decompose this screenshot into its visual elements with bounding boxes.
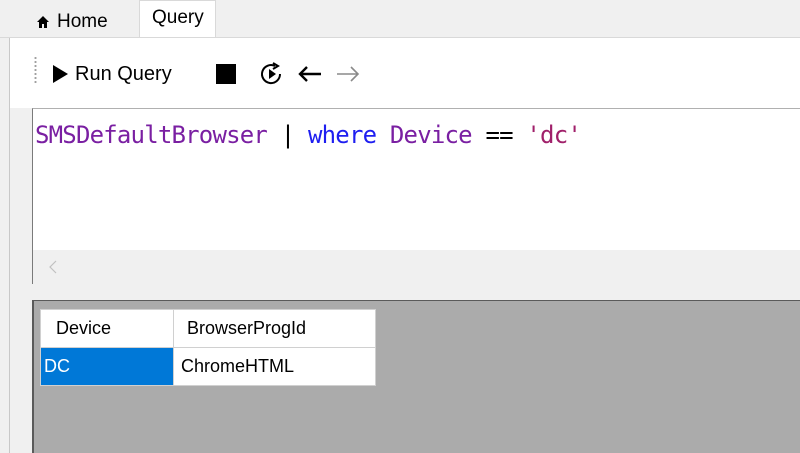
forward-button[interactable] bbox=[335, 58, 361, 90]
toolbar: Run Query bbox=[10, 38, 800, 108]
code-token-keyword: where bbox=[308, 121, 377, 149]
tab-home-label: Home bbox=[57, 11, 108, 32]
column-header-browserprogid[interactable]: BrowserProgId bbox=[173, 309, 376, 348]
code-token-pipe: | bbox=[267, 121, 308, 149]
results-grid: Device BrowserProgId DC ChromeHTML bbox=[40, 309, 376, 386]
query-text[interactable]: SMSDefaultBrowser | where Device == 'dc' bbox=[35, 121, 582, 149]
stop-icon bbox=[216, 64, 236, 84]
run-icon bbox=[53, 65, 68, 83]
horizontal-scrollbar[interactable] bbox=[33, 250, 800, 284]
code-token-column: Device bbox=[376, 121, 473, 149]
tab-strip: Home Query bbox=[0, 0, 800, 38]
back-arrow-icon bbox=[298, 66, 321, 82]
tab-home[interactable]: Home bbox=[26, 8, 116, 36]
step-icon bbox=[261, 62, 282, 85]
cell-device[interactable]: DC bbox=[40, 347, 174, 386]
results-panel: Device BrowserProgId DC ChromeHTML bbox=[32, 300, 800, 453]
column-header-device[interactable]: Device bbox=[40, 309, 174, 348]
back-button[interactable] bbox=[297, 58, 323, 90]
code-token-table: SMSDefaultBrowser bbox=[35, 121, 268, 149]
tab-query-label: Query bbox=[152, 7, 204, 28]
table-row[interactable]: DC ChromeHTML bbox=[40, 347, 376, 386]
home-icon bbox=[37, 16, 49, 28]
header-row: Device BrowserProgId bbox=[40, 309, 376, 348]
step-button[interactable] bbox=[260, 58, 284, 90]
run-query-button[interactable]: Run Query bbox=[52, 58, 172, 90]
tab-query[interactable]: Query bbox=[139, 0, 216, 38]
code-token-operator: == bbox=[471, 121, 527, 149]
stop-button[interactable] bbox=[216, 58, 236, 90]
run-query-label: Run Query bbox=[75, 62, 172, 85]
scroll-left-icon[interactable] bbox=[47, 259, 59, 275]
forward-arrow-icon bbox=[337, 66, 360, 82]
code-token-string: 'dc' bbox=[526, 121, 582, 149]
toolbar-grip[interactable] bbox=[34, 56, 37, 84]
query-editor[interactable]: SMSDefaultBrowser | where Device == 'dc' bbox=[32, 108, 800, 284]
cell-browserprogid[interactable]: ChromeHTML bbox=[173, 347, 376, 386]
